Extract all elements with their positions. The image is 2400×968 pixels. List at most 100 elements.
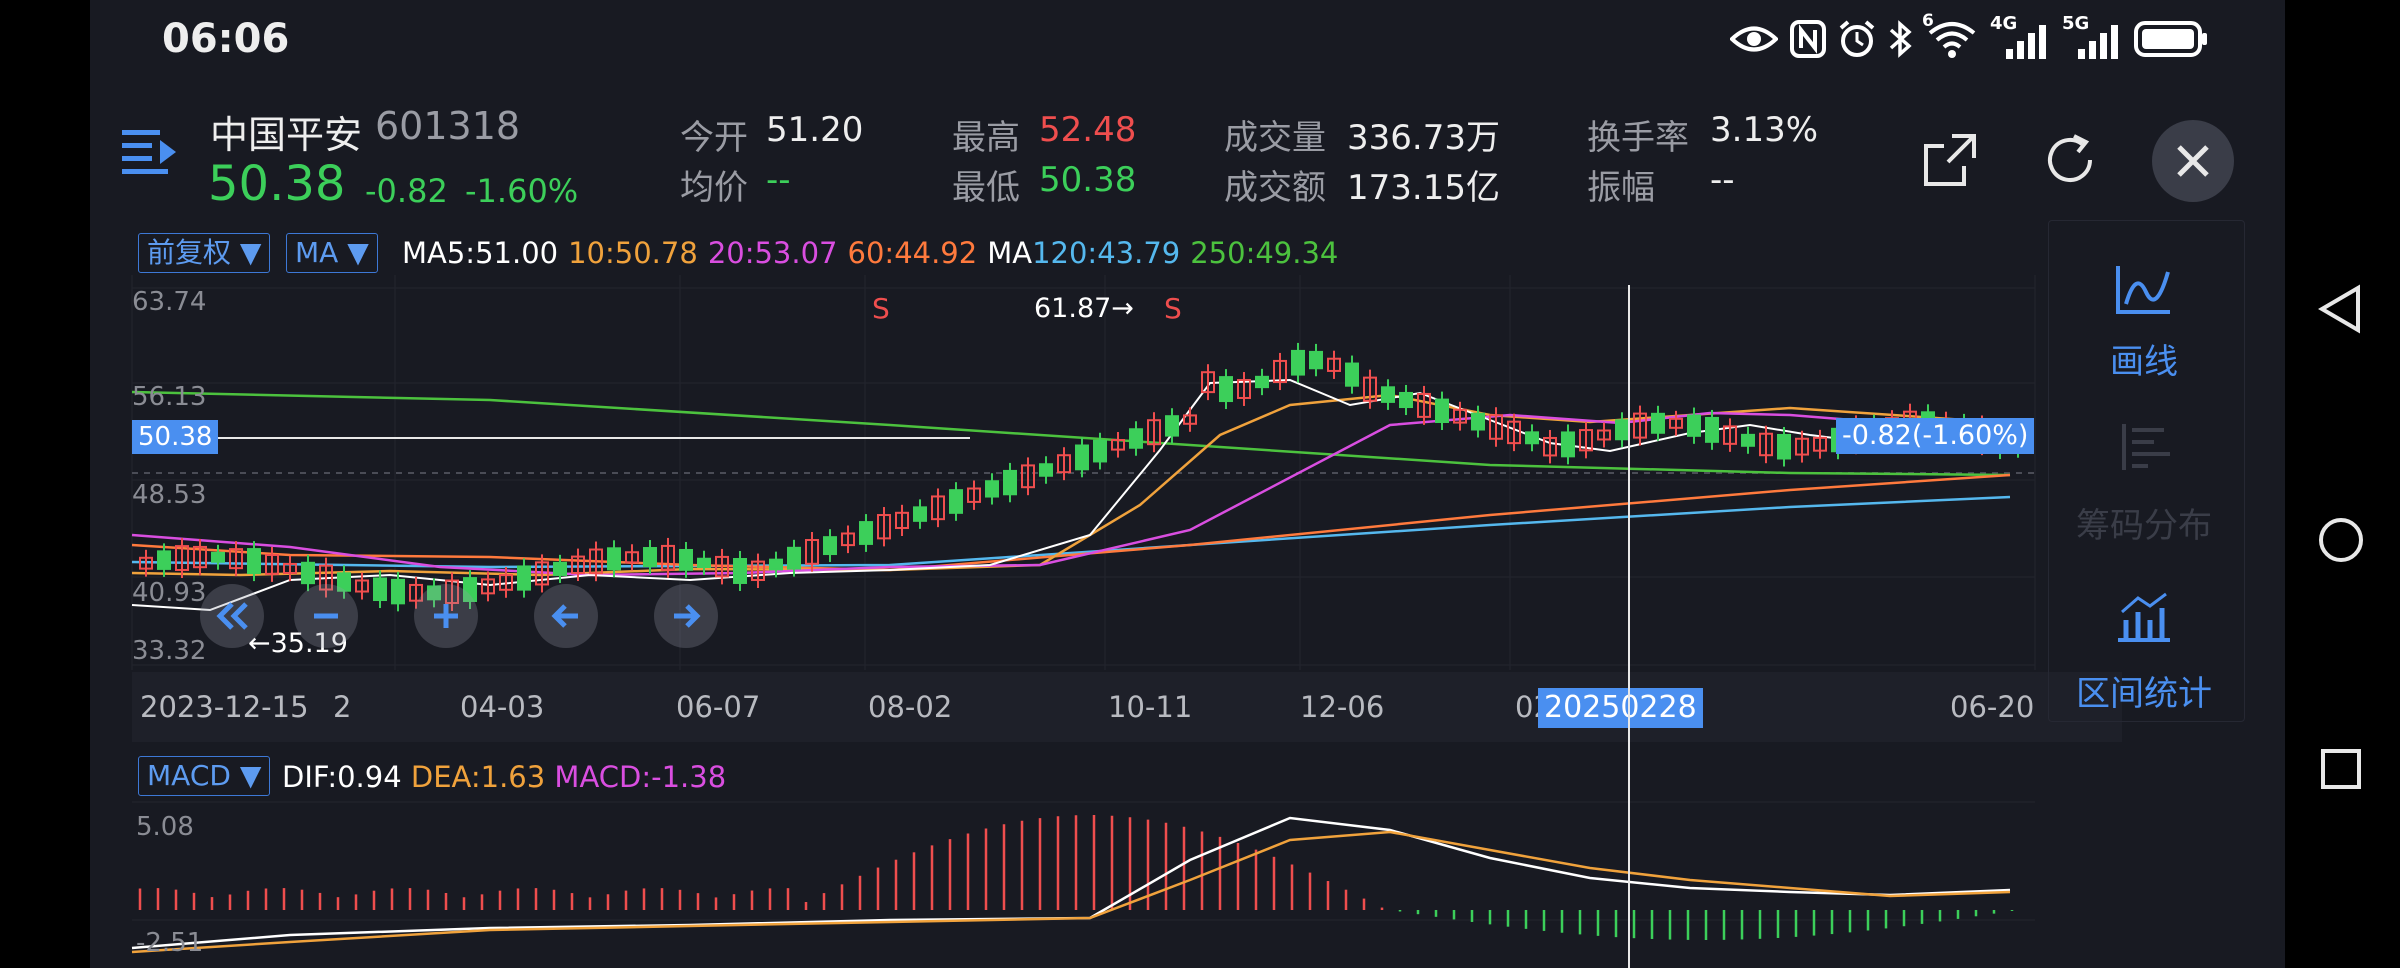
amplitude-label: 振幅 <box>1587 168 1655 208</box>
ma5-value: MA5:51.00 <box>402 236 559 270</box>
candle-body <box>1039 463 1053 477</box>
chip-distribution-button[interactable]: 筹码分布 <box>2054 498 2234 547</box>
draw-line-icon[interactable] <box>2114 262 2174 316</box>
draw-line-button[interactable]: 画线 <box>2054 334 2234 383</box>
candle-body <box>553 561 567 576</box>
candle-body <box>1003 469 1017 496</box>
candle-body <box>1219 376 1233 403</box>
stock-change-pct: -1.60% <box>465 172 579 210</box>
macd-value: MACD:-1.38 <box>554 760 727 794</box>
alarm-icon <box>1839 20 1875 57</box>
stock-price: 50.38 <box>208 156 346 212</box>
menu-icon[interactable] <box>122 128 180 178</box>
candle-body <box>823 536 837 556</box>
signal-5g-icon: 5G <box>2062 13 2122 59</box>
move-left-button[interactable] <box>534 584 598 648</box>
xlabel-1: 2 <box>333 690 352 724</box>
macd-chart[interactable] <box>90 800 2040 968</box>
candle-body <box>1129 428 1143 449</box>
zoom-out-icon <box>314 613 338 619</box>
close-icon <box>2177 145 2209 177</box>
stock-name: 中国平安 <box>210 113 363 157</box>
zoom-out-button[interactable] <box>294 584 358 648</box>
candle-body <box>157 550 171 570</box>
candle-body <box>391 578 405 605</box>
candle-body <box>643 547 657 568</box>
sell-mark-1: S <box>872 292 890 325</box>
candle-body <box>1165 415 1179 437</box>
candle-body <box>1705 416 1719 443</box>
recents-icon[interactable] <box>2320 748 2362 790</box>
candle-body <box>1093 439 1107 463</box>
candle-body <box>607 547 621 571</box>
rewind-button[interactable] <box>200 584 264 648</box>
dea-line <box>131 830 2011 954</box>
ma10-line <box>131 393 2011 577</box>
macd-ymax: 5.08 <box>136 812 194 842</box>
macd-ymin: -2.51 <box>136 928 204 958</box>
chip-distribution-icon <box>2122 424 2170 470</box>
turnover-value: 3.13% <box>1710 110 1819 150</box>
kline-chart[interactable] <box>90 275 2040 670</box>
ytick-4: 33.32 <box>132 636 207 666</box>
candle-body <box>1687 414 1701 437</box>
candle-body <box>859 521 873 545</box>
arrow-left-icon <box>551 604 578 628</box>
candle-body <box>1075 444 1089 471</box>
dea-value: DEA:1.63 <box>410 760 546 794</box>
ma60-line <box>131 473 2011 572</box>
indicator-select[interactable]: MA ▼ <box>286 233 378 273</box>
open-label: 今开 <box>680 118 748 158</box>
wifi-icon: 6 <box>1922 11 1978 59</box>
candle-body <box>1255 375 1269 389</box>
rewind-icon <box>216 602 248 630</box>
candle-body <box>517 565 531 591</box>
dif-value: DIF:0.94 <box>282 760 402 794</box>
xlabel-2: 04-03 <box>460 690 545 724</box>
candle-body <box>1525 431 1539 445</box>
navigation-bar <box>2285 0 2400 968</box>
ma120-prefix: MA <box>987 236 1033 270</box>
refresh-icon[interactable] <box>2040 130 2100 190</box>
share-icon[interactable] <box>1922 132 1978 188</box>
candle-body <box>913 506 927 522</box>
range-stats-button[interactable]: 区间统计 <box>2054 666 2234 715</box>
candle-body <box>1345 362 1359 387</box>
avg-label: 均价 <box>680 168 748 208</box>
candle-body <box>1741 433 1755 447</box>
zoom-in-button[interactable] <box>414 584 478 648</box>
zoom-in-icon <box>434 604 458 628</box>
ma60-value: 60:44.92 <box>847 236 978 270</box>
bluetooth-icon <box>1889 20 1912 58</box>
home-icon[interactable] <box>2317 516 2365 564</box>
close-button[interactable] <box>2152 120 2234 202</box>
ma-values: MA5:51.00 10:50.78 20:53.07 60:44.92 MA … <box>402 236 1338 270</box>
candle-body <box>247 548 261 575</box>
ytick-3: 40.93 <box>132 578 207 608</box>
open-value: 51.20 <box>766 110 864 150</box>
candle-body <box>301 561 315 585</box>
battery-icon <box>2134 21 2207 57</box>
adjust-select[interactable]: 前复权 ▼ <box>138 233 271 273</box>
candle-body <box>1309 350 1323 370</box>
candle-body <box>1651 412 1665 434</box>
high-value: 52.48 <box>1039 110 1137 150</box>
ma20-value: 20:53.07 <box>707 236 838 270</box>
range-stats-icon[interactable] <box>2114 590 2174 644</box>
wifi-tag: 6 <box>1922 11 1934 31</box>
candle-body <box>733 557 747 584</box>
candle-body <box>787 546 801 570</box>
candle-body <box>1615 419 1629 441</box>
change-tag: -0.82(-1.60%) <box>1836 418 2035 454</box>
move-right-button[interactable] <box>654 584 718 648</box>
candle-body <box>697 557 711 569</box>
back-icon[interactable] <box>2318 284 2362 334</box>
candle-body <box>1561 431 1575 458</box>
volume-value: 336.73万 <box>1347 118 1500 158</box>
xlabel-4: 08-02 <box>868 690 953 724</box>
candle-body <box>679 548 693 571</box>
signal-4g-icon: 4G <box>1990 13 2050 59</box>
ytick-1: 56.13 <box>132 382 207 412</box>
macd-select[interactable]: MACD ▼ <box>138 756 271 796</box>
candle-body <box>1777 433 1791 460</box>
